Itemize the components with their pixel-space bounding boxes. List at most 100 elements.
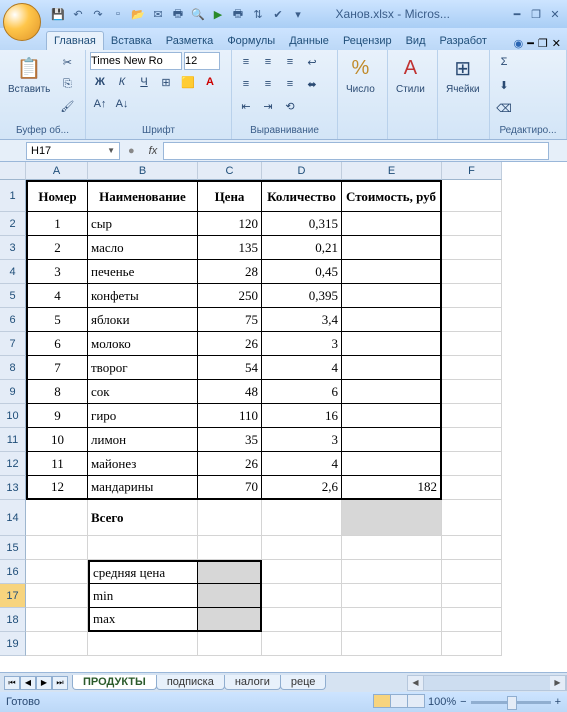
- cell[interactable]: [342, 608, 442, 632]
- view-layout-icon[interactable]: [390, 694, 408, 708]
- align-bot-icon[interactable]: ≡: [280, 52, 300, 72]
- cell[interactable]: [342, 452, 442, 476]
- cell[interactable]: 4: [262, 356, 342, 380]
- cell[interactable]: 54: [198, 356, 262, 380]
- tab-insert[interactable]: Вставка: [104, 32, 159, 50]
- cell[interactable]: 11: [26, 452, 88, 476]
- cell[interactable]: [442, 332, 502, 356]
- stat-label[interactable]: средняя цена: [88, 560, 198, 584]
- cell[interactable]: 4: [26, 284, 88, 308]
- stat-label[interactable]: max: [88, 608, 198, 632]
- cell[interactable]: 0,315: [262, 212, 342, 236]
- shrink-font-icon[interactable]: A↓: [112, 94, 132, 114]
- header-cell[interactable]: Количество: [262, 180, 342, 212]
- cell[interactable]: [262, 500, 342, 536]
- cell[interactable]: [442, 608, 502, 632]
- row-head-14[interactable]: 14: [0, 500, 26, 536]
- cell[interactable]: [342, 536, 442, 560]
- bold-icon[interactable]: Ж: [90, 72, 110, 92]
- sheet-tab-1[interactable]: подписка: [156, 675, 225, 690]
- cell[interactable]: 5: [26, 308, 88, 332]
- font-color-icon[interactable]: A: [200, 72, 220, 92]
- preview-icon[interactable]: 🔍: [190, 6, 206, 22]
- scroll-left-icon[interactable]: ◀: [408, 676, 424, 690]
- tab-formulas[interactable]: Формулы: [220, 32, 282, 50]
- border-icon[interactable]: ⊞: [156, 72, 176, 92]
- min-ribbon-icon[interactable]: ━: [527, 37, 534, 50]
- font-size-combo[interactable]: [184, 52, 220, 70]
- cell[interactable]: [262, 536, 342, 560]
- cell[interactable]: 48: [198, 380, 262, 404]
- row-head-1[interactable]: 1: [0, 180, 26, 212]
- horizontal-scrollbar[interactable]: ◀▶: [407, 675, 567, 691]
- name-box[interactable]: H17▼: [26, 142, 120, 160]
- cell[interactable]: 26: [198, 332, 262, 356]
- cell[interactable]: майонез: [88, 452, 198, 476]
- indent-inc-icon[interactable]: ⇥: [258, 96, 278, 116]
- cell[interactable]: [198, 500, 262, 536]
- header-cell[interactable]: Наименование: [88, 180, 198, 212]
- fx-icon[interactable]: fx: [149, 145, 158, 157]
- zoom-value[interactable]: 100%: [428, 696, 456, 708]
- cell[interactable]: [442, 260, 502, 284]
- sheet-tab-3[interactable]: реце: [280, 675, 327, 690]
- cell[interactable]: [198, 560, 262, 584]
- number-button[interactable]: %Число: [342, 52, 379, 97]
- cell[interactable]: яблоки: [88, 308, 198, 332]
- cell[interactable]: [342, 212, 442, 236]
- cell[interactable]: 3,4: [262, 308, 342, 332]
- cell[interactable]: [26, 560, 88, 584]
- cell[interactable]: конфеты: [88, 284, 198, 308]
- cell[interactable]: лимон: [88, 428, 198, 452]
- cell[interactable]: [342, 332, 442, 356]
- cell[interactable]: [442, 284, 502, 308]
- cell[interactable]: 182: [342, 476, 442, 500]
- row-head-2[interactable]: 2: [0, 212, 26, 236]
- cell[interactable]: 6: [262, 380, 342, 404]
- office-button[interactable]: [3, 3, 41, 41]
- cell[interactable]: [442, 308, 502, 332]
- row-head-9[interactable]: 9: [0, 380, 26, 404]
- cell[interactable]: [442, 236, 502, 260]
- cell[interactable]: 7: [26, 356, 88, 380]
- cell[interactable]: 35: [198, 428, 262, 452]
- italic-icon[interactable]: К: [112, 72, 132, 92]
- row-head-3[interactable]: 3: [0, 236, 26, 260]
- cell[interactable]: [26, 536, 88, 560]
- row-head-10[interactable]: 10: [0, 404, 26, 428]
- view-break-icon[interactable]: [407, 694, 425, 708]
- cell[interactable]: 1: [26, 212, 88, 236]
- cell[interactable]: [262, 584, 342, 608]
- cell[interactable]: [26, 500, 88, 536]
- cell[interactable]: мандарины: [88, 476, 198, 500]
- autosum-icon[interactable]: Σ: [494, 52, 514, 72]
- new-icon[interactable]: ▫: [110, 6, 126, 22]
- undo-icon[interactable]: ↶: [70, 6, 86, 22]
- cell[interactable]: [262, 608, 342, 632]
- qat-more-icon[interactable]: ▾: [290, 6, 306, 22]
- cell[interactable]: [342, 380, 442, 404]
- scroll-thumb[interactable]: [424, 676, 550, 690]
- cell[interactable]: [26, 584, 88, 608]
- cell[interactable]: [442, 380, 502, 404]
- cell[interactable]: [198, 632, 262, 656]
- cell[interactable]: [442, 536, 502, 560]
- cell[interactable]: [342, 260, 442, 284]
- cell[interactable]: [342, 560, 442, 584]
- cell[interactable]: [442, 180, 502, 212]
- cell[interactable]: [342, 428, 442, 452]
- zoom-in-icon[interactable]: +: [555, 696, 561, 708]
- row-head-13[interactable]: 13: [0, 476, 26, 500]
- cell[interactable]: [342, 632, 442, 656]
- header-cell[interactable]: Цена: [198, 180, 262, 212]
- row-head-6[interactable]: 6: [0, 308, 26, 332]
- cell[interactable]: [198, 608, 262, 632]
- cut-icon[interactable]: ✂: [57, 52, 77, 72]
- align-center-icon[interactable]: ≡: [258, 74, 278, 94]
- cell[interactable]: 250: [198, 284, 262, 308]
- cell[interactable]: [442, 452, 502, 476]
- cell[interactable]: 6: [26, 332, 88, 356]
- underline-icon[interactable]: Ч: [134, 72, 154, 92]
- save-icon[interactable]: 💾: [50, 6, 66, 22]
- tab-view[interactable]: Вид: [399, 32, 433, 50]
